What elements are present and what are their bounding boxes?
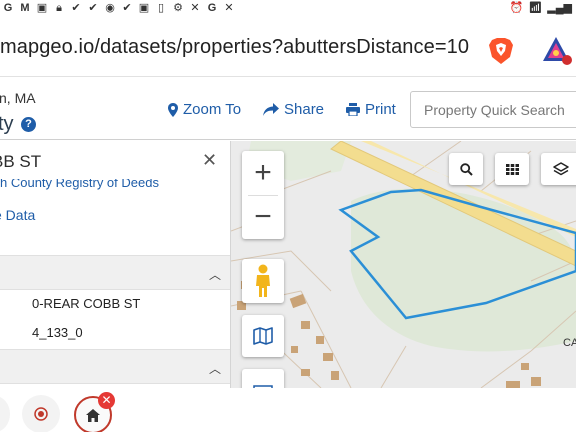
lock-icon: 🔒︎ — [56, 2, 62, 14]
g-icon: G — [207, 2, 217, 14]
camera-icon: ◉ — [105, 2, 115, 14]
status-bar-right-icons: ⏰ 📶︎ ▂▄▆ — [510, 1, 572, 14]
share-label: Share — [284, 101, 325, 118]
property-search-input[interactable]: Property Quick Search — [410, 91, 576, 128]
x-icon: ✕ — [224, 2, 234, 14]
registry-link[interactable]: h County Registry of Deeds — [0, 179, 159, 190]
section-header[interactable]: ︿ — [0, 349, 230, 384]
check-icon: ✔ — [88, 2, 98, 14]
town-name: n, MA — [0, 90, 36, 106]
record-button[interactable] — [22, 395, 60, 432]
property-panel: BB ST ✕ h County Registry of Deeds e Dat… — [0, 141, 231, 388]
map-type-button[interactable] — [242, 315, 284, 357]
gmail-icon: M — [20, 2, 30, 14]
signal-icon: ▂▄▆ — [547, 2, 572, 14]
map-view[interactable]: + − CA — [231, 141, 576, 388]
g-icon: G — [3, 2, 13, 14]
status-bar-left-icons: G M ▣ 🔒︎ ✔ ✔ ◉ ✔ ▣ ▯ ⚙ ✕ G ✕ — [2, 3, 235, 14]
print-icon — [346, 103, 360, 116]
brave-lion-icon[interactable] — [488, 37, 514, 65]
parcel-address-value: 0-REAR COBB ST — [32, 296, 141, 311]
settings-icon: ⚙ — [173, 2, 183, 14]
check-icon: ✔ — [71, 2, 81, 14]
chevron-up-icon[interactable]: ︿ — [209, 266, 221, 283]
zoom-controls: + − — [242, 151, 284, 239]
print-label: Print — [365, 101, 396, 118]
pegman-icon — [256, 264, 270, 297]
search-placeholder: Property Quick Search — [424, 102, 565, 118]
record-icon — [34, 407, 48, 421]
box-icon: ▣ — [36, 2, 48, 14]
print-link[interactable]: Print — [346, 101, 396, 118]
map-search-button[interactable] — [449, 153, 483, 185]
chevron-up-icon[interactable]: ︿ — [209, 360, 221, 377]
map-pin-icon — [168, 102, 178, 117]
layers-icon — [553, 161, 569, 175]
app-title: ty — [0, 113, 14, 135]
zoom-to-link[interactable]: Zoom To — [168, 101, 241, 118]
share-link[interactable]: Share — [263, 101, 324, 118]
layers-button[interactable] — [541, 153, 576, 185]
street-view-button[interactable] — [242, 259, 284, 303]
check-icon: ✔ — [122, 2, 132, 14]
grid-icon — [505, 163, 519, 175]
section-header[interactable]: ︿ — [0, 255, 230, 290]
home-icon — [86, 408, 100, 422]
zoom-to-label: Zoom To — [183, 101, 242, 118]
map-label: CA — [563, 337, 576, 349]
data-link[interactable]: e Data — [0, 207, 35, 223]
measure-button[interactable] — [242, 369, 284, 388]
close-icon[interactable]: ✕ — [202, 150, 217, 171]
x-icon: ✕ — [190, 2, 200, 14]
map-icon — [253, 327, 273, 345]
status-bar: G M ▣ 🔒︎ ✔ ✔ ◉ ✔ ▣ ▯ ⚙ ✕ G ✕ ⏰ 📶︎ ▂▄▆ — [0, 0, 576, 17]
grid-button[interactable] — [495, 153, 529, 185]
help-icon[interactable]: ? — [21, 117, 36, 132]
alarm-icon: ⏰ — [509, 2, 524, 14]
zoom-in-button[interactable]: + — [242, 151, 284, 195]
panel-title: BB ST — [0, 152, 42, 171]
phone-icon: ▯ — [157, 2, 165, 14]
zoom-out-button[interactable]: − — [242, 195, 284, 239]
search-icon — [459, 162, 473, 176]
wifi-icon: 📶︎ — [528, 2, 543, 14]
screen: G M ▣ 🔒︎ ✔ ✔ ◉ ✔ ▣ ▯ ⚙ ✕ G ✕ ⏰ 📶︎ ▂▄▆ ma… — [0, 0, 576, 432]
box-icon: ▣ — [138, 2, 150, 14]
extension-triangle-icon[interactable] — [540, 34, 572, 66]
share-icon — [263, 102, 279, 116]
close-badge-icon[interactable]: ✕ — [98, 392, 115, 409]
url-address[interactable]: mapgeo.io/datasets/properties?abuttersDi… — [0, 36, 469, 59]
parcel-id-value: 4_133_0 — [32, 325, 83, 340]
